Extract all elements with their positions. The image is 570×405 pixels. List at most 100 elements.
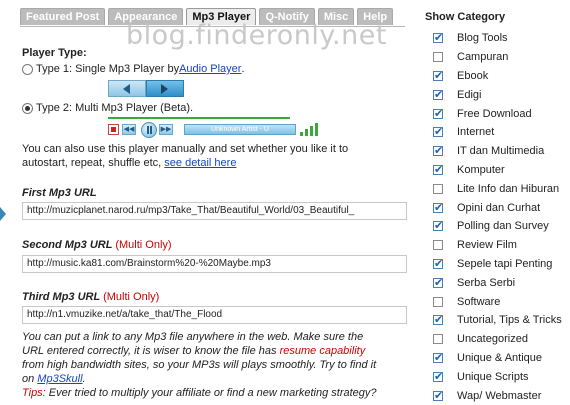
category-label: IT dan Multimedia (457, 145, 545, 158)
category-item[interactable]: Unique & Antique (433, 349, 562, 368)
category-checkbox[interactable] (433, 219, 443, 232)
category-checkbox[interactable] (433, 296, 443, 307)
category-label: Opini dan Curhat (457, 201, 541, 214)
category-checkbox[interactable] (433, 183, 443, 194)
track-title-display: Unknown Artist - U (184, 124, 296, 135)
category-checkbox[interactable] (433, 88, 443, 101)
category-checkbox[interactable] (433, 144, 443, 157)
category-item[interactable]: Opini dan Curhat (433, 198, 562, 217)
category-item[interactable]: Serba Serbi (433, 273, 562, 292)
second-mp3-url-label: Second Mp3 URL (Multi Only) (22, 239, 172, 251)
category-label: Campuran (457, 51, 509, 64)
player-back-button (108, 80, 146, 97)
type-2-label: Type 2: Multi Mp3 Player (Beta). (36, 102, 194, 114)
watermark: blog.finderonly.net (126, 20, 387, 51)
category-item[interactable]: Software (433, 292, 562, 311)
category-checkbox[interactable] (433, 240, 443, 251)
expand-arrow-icon[interactable] (0, 207, 6, 221)
third-mp3-url-input[interactable]: http://n1.vmuzike.net/a/take_that/The_Fl… (22, 306, 407, 324)
category-list: Blog Tools Campuran Ebook Edigi Free Downloa… (433, 29, 562, 405)
single-mp3-player-preview (108, 80, 184, 97)
category-label: Software (457, 295, 501, 308)
category-label: Review Film (457, 239, 517, 252)
category-item[interactable]: Ebook (433, 67, 562, 86)
radio-type-1[interactable] (22, 63, 33, 75)
second-mp3-url-label-text: Second Mp3 URL (22, 239, 113, 251)
manual-setup-line-2-text: autostart, repeat, shuffle etc, (22, 157, 165, 169)
category-item[interactable]: Wap/ Webmaster (433, 386, 562, 405)
second-mp3-url-input[interactable]: http://music.ka81.com/Brainstorm%20-%20M… (22, 255, 407, 273)
category-checkbox[interactable] (433, 370, 443, 383)
radio-type-2[interactable] (22, 102, 33, 114)
tab-featured-post[interactable]: Featured Post (20, 8, 106, 25)
next-icon: ▶▶ (159, 124, 173, 135)
category-label: Lite Info dan Hiburan (457, 182, 560, 195)
category-checkbox[interactable] (433, 163, 443, 176)
note-line-4: on Mp3Skull. (22, 372, 414, 386)
type-1-label: Type 1: Single Mp3 Player by (36, 63, 180, 75)
multi-mp3-player-preview: ◀◀ ▶▶ Unknown Artist - U (108, 122, 324, 138)
mp3skull-link[interactable]: Mp3Skull (37, 373, 82, 385)
see-detail-link[interactable]: see detail here (164, 157, 236, 169)
category-item[interactable]: IT dan Multimedia (433, 142, 562, 161)
category-item[interactable]: Komputer (433, 161, 562, 180)
category-label: Edigi (457, 88, 482, 101)
category-item[interactable]: Edigi (433, 85, 562, 104)
tips-label: Tips: (22, 387, 46, 399)
category-label: Internet (457, 126, 495, 139)
category-checkbox[interactable] (433, 125, 443, 138)
audio-player-link[interactable]: Audio Player (179, 63, 241, 75)
category-checkbox[interactable] (433, 313, 443, 326)
note-line-3: from high bandwidth sites, so your MP3s … (22, 359, 377, 371)
tips-text: Ever tried to multiply your affiliate or… (45, 387, 377, 399)
multi-only-note: (Multi Only) (103, 291, 160, 303)
category-checkbox[interactable] (433, 201, 443, 214)
first-mp3-url-label: First Mp3 URL (22, 187, 97, 199)
category-checkbox[interactable] (433, 257, 443, 270)
category-item[interactable]: Uncategorized (433, 330, 562, 349)
category-label: Unique Scripts (457, 370, 529, 383)
category-item[interactable]: Blog Tools (433, 29, 562, 48)
category-item[interactable]: Free Download (433, 104, 562, 123)
back-triangle-icon (123, 84, 130, 94)
player-type-title: Player Type: (22, 47, 87, 59)
category-item[interactable]: Unique Scripts (433, 367, 562, 386)
category-label: Serba Serbi (457, 276, 516, 289)
category-checkbox[interactable] (433, 389, 443, 402)
category-label: Komputer (457, 163, 505, 176)
first-mp3-url-label-text: First Mp3 URL (22, 187, 97, 199)
player-type-2-option[interactable]: Type 2: Multi Mp3 Player (Beta). (22, 102, 193, 114)
category-item[interactable]: Lite Info dan Hiburan (433, 179, 562, 198)
category-label: Free Download (457, 107, 532, 120)
note-line-1: You can put a link to any Mp3 file anywh… (22, 331, 364, 343)
category-checkbox[interactable] (433, 107, 443, 120)
category-item[interactable]: Review Film (433, 236, 562, 255)
category-item[interactable]: Polling dan Survey (433, 217, 562, 236)
category-item[interactable]: Internet (433, 123, 562, 142)
third-mp3-url-label: Third Mp3 URL (Multi Only) (22, 291, 159, 303)
category-checkbox[interactable] (433, 334, 443, 345)
category-checkbox[interactable] (433, 69, 443, 82)
previous-icon: ◀◀ (122, 124, 136, 135)
category-item[interactable]: Sepele tapi Penting (433, 255, 562, 274)
resume-capability-text: resume capability (279, 345, 366, 357)
pause-icon (141, 122, 157, 138)
category-checkbox[interactable] (433, 276, 443, 289)
category-checkbox[interactable] (433, 52, 443, 63)
third-mp3-url-label-text: Third Mp3 URL (22, 291, 101, 303)
note-line-2-text: URL entered correctly, it is wiser to kn… (22, 345, 280, 357)
player-type-1-option[interactable]: Type 1: Single Mp3 Player by Audio Playe… (22, 63, 245, 75)
stop-icon (108, 124, 119, 135)
first-mp3-url-input[interactable]: http://muzicplanet.narod.ru/mp3/Take_Tha… (22, 202, 407, 220)
category-item[interactable]: Tutorial, Tips & Tricks (433, 311, 562, 330)
category-checkbox[interactable] (433, 31, 443, 44)
category-label: Polling dan Survey (457, 220, 549, 233)
category-checkbox[interactable] (433, 351, 443, 364)
manual-setup-line-1: You can also use this player manually an… (22, 143, 349, 155)
category-label: Unique & Antique (457, 351, 543, 364)
category-label: Uncategorized (457, 333, 528, 346)
category-label: Tutorial, Tips & Tricks (457, 314, 562, 327)
category-item[interactable]: Campuran (433, 48, 562, 67)
tips-line: Tips: Ever tried to multiply your affili… (22, 386, 414, 400)
note-line-4-text: on (22, 373, 38, 385)
